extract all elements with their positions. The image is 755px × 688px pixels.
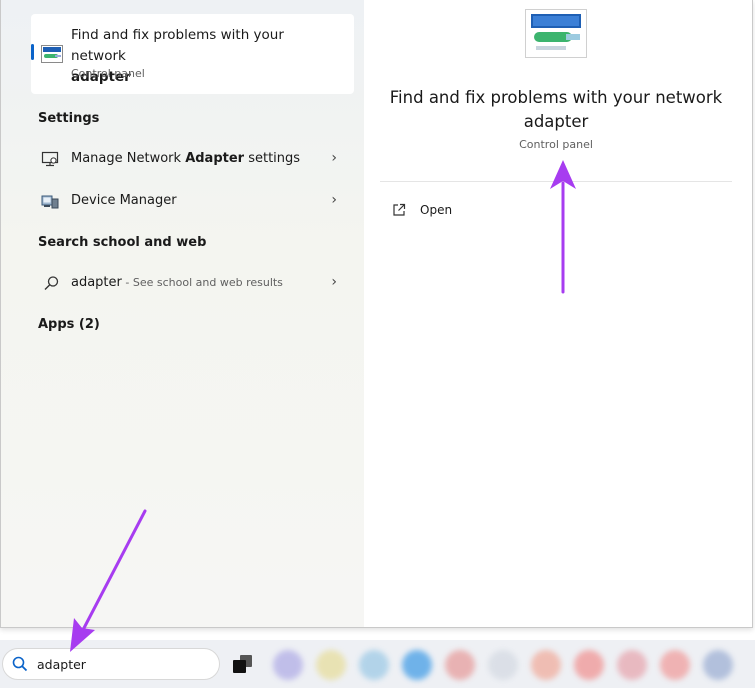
chevron-right-icon: › bbox=[331, 274, 337, 290]
taskbar-app-icon[interactable] bbox=[617, 650, 647, 680]
search-icon bbox=[12, 656, 28, 672]
taskbar-app-icon[interactable] bbox=[273, 650, 303, 680]
settings-item-label: Manage Network Adapter settings bbox=[71, 151, 301, 166]
taskbar-app-icon[interactable] bbox=[488, 650, 518, 680]
web-search-heading: Search school and web bbox=[38, 235, 207, 250]
open-external-icon bbox=[393, 203, 406, 216]
search-icon bbox=[44, 276, 59, 291]
taskbar-app-icon[interactable] bbox=[445, 650, 475, 680]
taskbar bbox=[0, 640, 755, 688]
web-search-result[interactable]: adapter - See school and web results › bbox=[31, 266, 351, 300]
preview-subtitle: Control panel bbox=[519, 138, 593, 151]
network-troubleshooter-large-icon bbox=[525, 9, 587, 58]
chevron-right-icon: › bbox=[331, 150, 337, 166]
task-view-icon[interactable] bbox=[232, 654, 254, 674]
taskbar-app-icon[interactable] bbox=[574, 650, 604, 680]
settings-item-device-manager[interactable]: Device Manager › bbox=[31, 184, 351, 218]
taskbar-app-icon[interactable] bbox=[359, 650, 389, 680]
taskbar-app-icon[interactable] bbox=[402, 650, 432, 680]
open-label: Open bbox=[420, 203, 453, 217]
settings-heading: Settings bbox=[38, 111, 100, 126]
preview-divider bbox=[380, 181, 732, 182]
open-action[interactable]: Open bbox=[388, 200, 508, 222]
settings-item-manage-network-adapter[interactable]: Manage Network Adapter settings › bbox=[31, 142, 351, 176]
taskbar-app-icon[interactable] bbox=[316, 650, 346, 680]
device-manager-icon bbox=[41, 195, 59, 209]
taskbar-search-box[interactable] bbox=[2, 648, 220, 680]
chevron-right-icon: › bbox=[331, 192, 337, 208]
selection-indicator bbox=[31, 44, 34, 60]
monitor-icon bbox=[41, 151, 59, 167]
taskbar-search-input[interactable] bbox=[37, 654, 207, 674]
results-pane: Find and fix problems with your network a… bbox=[1, 0, 364, 627]
settings-item-label: Device Manager bbox=[71, 193, 177, 208]
taskbar-app-icon[interactable] bbox=[703, 650, 733, 680]
network-troubleshooter-icon bbox=[41, 45, 63, 63]
web-search-label: adapter - See school and web results bbox=[71, 275, 283, 290]
taskbar-app-icon[interactable] bbox=[660, 650, 690, 680]
apps-heading: Apps (2) bbox=[38, 317, 100, 332]
preview-title: Find and fix problems with your network … bbox=[389, 88, 723, 131]
taskbar-app-icon[interactable] bbox=[531, 650, 561, 680]
top-result-subtitle: Control panel bbox=[71, 67, 145, 80]
